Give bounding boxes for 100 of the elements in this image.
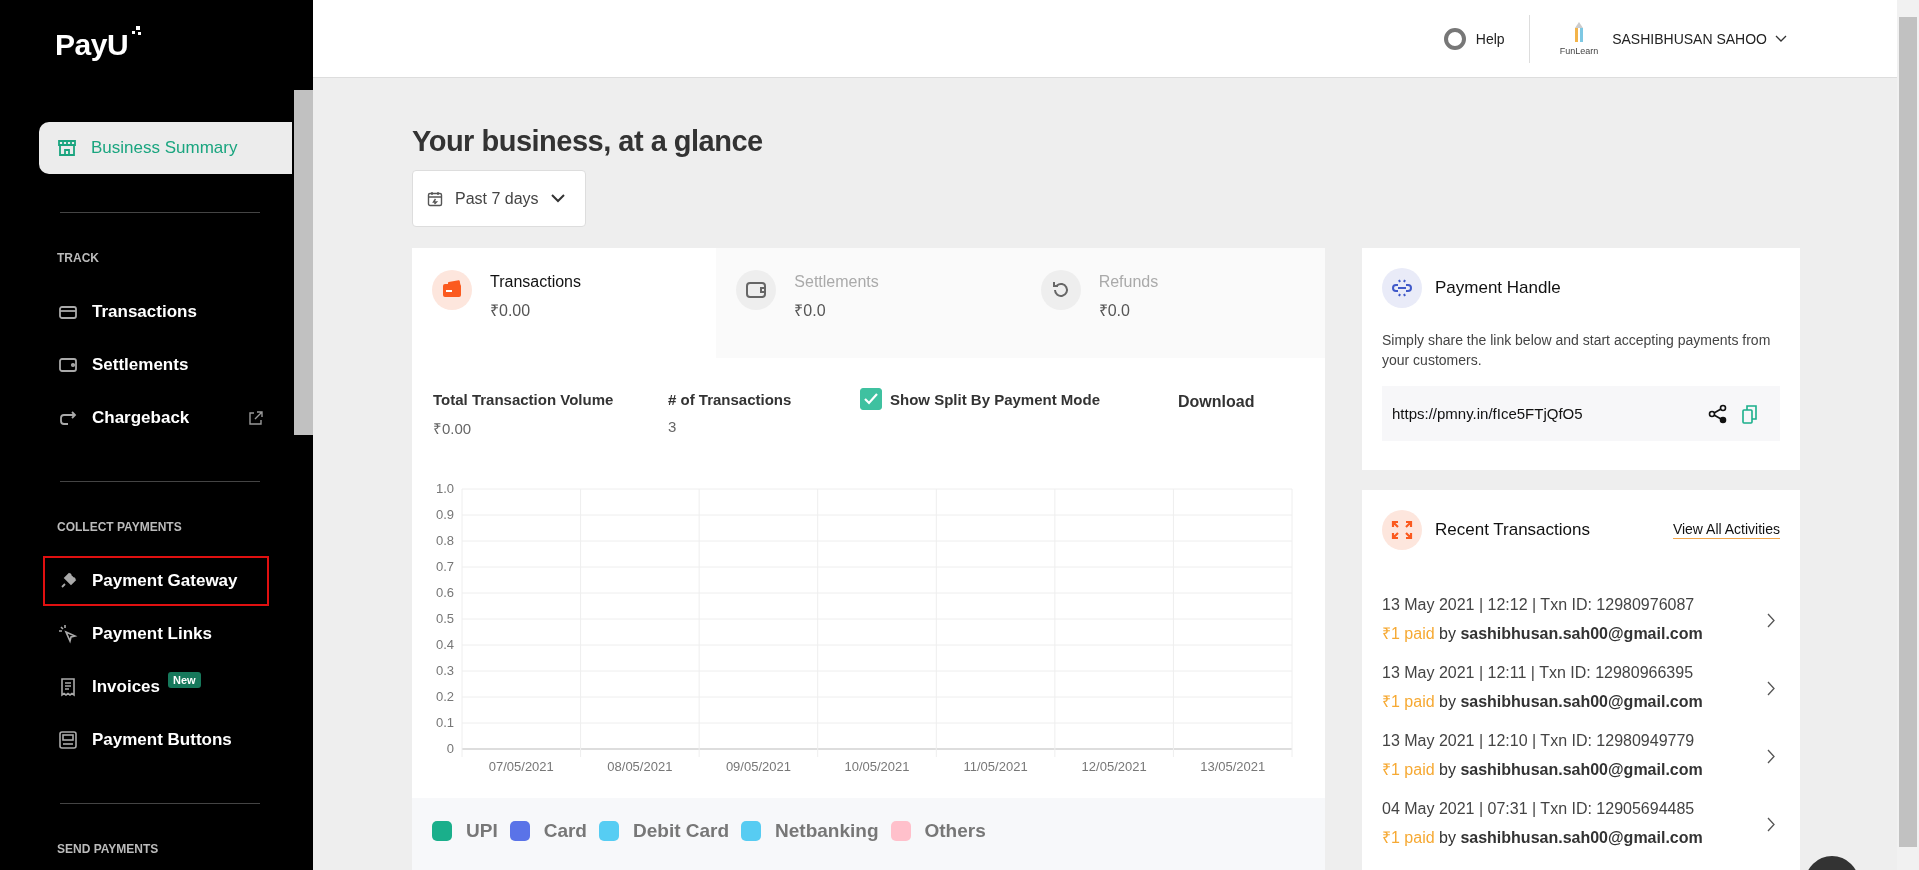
metric-value: ₹0.00 bbox=[433, 419, 472, 438]
stat-tab[interactable]: Transactions ₹0.00 bbox=[412, 248, 717, 358]
copy-icon[interactable] bbox=[1742, 403, 1758, 424]
stat-label: Transactions bbox=[490, 273, 581, 291]
pixel-dots-icon bbox=[130, 26, 143, 38]
external-link-icon[interactable] bbox=[248, 410, 263, 426]
company-logo: FunLearn bbox=[1559, 21, 1599, 56]
chevron-right-icon bbox=[1767, 816, 1776, 832]
redo-arrow-icon bbox=[58, 408, 78, 428]
transaction-item[interactable]: 04 May 2021 | 07:31 | Txn ID: 12905694485 ₹1 paid by sashibhusan.sah00@gmail.com bbox=[1382, 800, 1780, 848]
y-tick-label: 0.8 bbox=[435, 533, 454, 548]
y-tick-label: 0 bbox=[446, 741, 454, 756]
card-title: Payment Handle bbox=[1435, 278, 1561, 298]
transaction-item[interactable]: 13 May 2021 | 12:11 | Txn ID: 12980966395 ₹1 paid by sashibhusan.sah00@gmail.com bbox=[1382, 664, 1780, 712]
payment-line: ₹1 paid by sashibhusan.sah00@gmail.com bbox=[1382, 624, 1703, 644]
stat-label: Settlements bbox=[794, 273, 879, 291]
x-tick-label: 10/05/2021 bbox=[844, 759, 910, 774]
store-icon bbox=[57, 138, 77, 158]
x-tick-label: 08/05/2021 bbox=[607, 759, 673, 774]
x-tick-label: 13/05/2021 bbox=[1200, 759, 1266, 774]
stat-value: ₹0.0 bbox=[794, 301, 826, 321]
wallet-icon bbox=[58, 355, 78, 375]
sidebar-item[interactable]: Settlements bbox=[43, 340, 269, 390]
refresh-icon bbox=[1040, 270, 1081, 310]
x-tick-label: 07/05/2021 bbox=[488, 759, 554, 774]
stat-label: Refunds bbox=[1098, 273, 1159, 291]
stat-value: ₹0.0 bbox=[1098, 301, 1130, 321]
y-tick-label: 0.5 bbox=[435, 611, 454, 626]
y-tick-label: 0.9 bbox=[435, 507, 454, 522]
sidebar-item[interactable]: Transactions bbox=[43, 287, 269, 337]
y-tick-label: 1.0 bbox=[435, 481, 454, 496]
section-heading: SEND PAYMENTS bbox=[57, 842, 160, 856]
page-title: Your business, at a glance bbox=[412, 125, 763, 158]
payment-line: ₹1 paid by sashibhusan.sah00@gmail.com bbox=[1382, 760, 1703, 780]
checkbox[interactable] bbox=[860, 388, 882, 410]
link-field[interactable]: https://pmny.in/fIce5FTjQfO5 bbox=[1382, 386, 1780, 441]
y-tick-label: 0.7 bbox=[435, 559, 454, 574]
lifebuoy-icon bbox=[1443, 27, 1466, 50]
exchange-arrows-icon bbox=[1382, 510, 1422, 550]
card-icon bbox=[432, 270, 472, 310]
screen-icon bbox=[58, 730, 78, 750]
stat-value: ₹0.00 bbox=[490, 301, 531, 321]
payu-logo[interactable]: PayU bbox=[55, 28, 129, 62]
y-tick-label: 0.1 bbox=[435, 715, 454, 730]
transaction-meta: 13 May 2021 | 12:12 | Txn ID: 12980976087 bbox=[1382, 596, 1695, 614]
sidebar-item[interactable]: Payment Gateway bbox=[43, 556, 269, 606]
chevron-right-icon bbox=[1767, 680, 1776, 696]
x-tick-label: 09/05/2021 bbox=[725, 759, 791, 774]
x-tick-label: 11/05/2021 bbox=[963, 759, 1028, 774]
card-title: Recent Transactions bbox=[1435, 520, 1590, 540]
scrollbar-thumb[interactable] bbox=[294, 90, 313, 435]
payment-line: ₹1 paid by sashibhusan.sah00@gmail.com bbox=[1382, 692, 1703, 712]
legend-label: Netbanking bbox=[775, 820, 879, 842]
transaction-item[interactable]: 13 May 2021 | 12:12 | Txn ID: 12980976087 ₹1 paid by sashibhusan.sah00@gmail.com bbox=[1382, 596, 1780, 644]
chevron-down-icon bbox=[550, 194, 565, 203]
chevron-right-icon bbox=[1767, 612, 1776, 628]
legend-label: Others bbox=[924, 820, 986, 842]
help-link[interactable]: Help bbox=[1443, 27, 1505, 50]
share-icon[interactable] bbox=[1708, 403, 1728, 424]
stat-tab[interactable]: Refunds ₹0.0 bbox=[1020, 248, 1325, 358]
stat-tab[interactable]: Settlements ₹0.0 bbox=[716, 248, 1021, 358]
legend-label: Debit Card bbox=[633, 820, 730, 842]
legend-label: UPI bbox=[466, 820, 498, 842]
transaction-meta: 04 May 2021 | 07:31 | Txn ID: 12905694485 bbox=[1382, 800, 1695, 818]
wallet-icon bbox=[736, 270, 777, 310]
check-icon bbox=[864, 393, 878, 405]
transaction-item[interactable]: 13 May 2021 | 12:10 | Txn ID: 12980949779 ₹1 paid by sashibhusan.sah00@gmail.com bbox=[1382, 732, 1780, 780]
link-icon bbox=[1382, 268, 1422, 308]
pencil-icon bbox=[1573, 21, 1584, 44]
sidebar-item[interactable]: Chargeback bbox=[43, 393, 269, 443]
payment-line: ₹1 paid by sashibhusan.sah00@gmail.com bbox=[1382, 828, 1703, 848]
legend-label: Card bbox=[543, 820, 587, 842]
new-badge: New bbox=[168, 672, 201, 688]
y-tick-label: 0.4 bbox=[435, 637, 454, 652]
transaction-meta: 13 May 2021 | 12:11 | Txn ID: 12980966395 bbox=[1382, 664, 1694, 682]
metric-label: # of Transactions bbox=[668, 391, 792, 408]
y-tick-label: 0.6 bbox=[435, 585, 454, 600]
description-text: Simply share the link below and start accepting payments from your customers. bbox=[1382, 331, 1772, 370]
cursor-click-icon bbox=[58, 624, 78, 644]
account-menu[interactable]: SASHIBHUSAN SAHOO bbox=[1612, 30, 1787, 47]
date-range-dropdown[interactable]: Past 7 days bbox=[412, 170, 586, 227]
calendar-icon bbox=[427, 190, 443, 207]
split-checkbox[interactable]: Show Split By Payment Mode bbox=[860, 388, 1178, 410]
section-heading: TRACK bbox=[57, 251, 100, 265]
section-heading: COLLECT PAYMENTS bbox=[57, 520, 183, 534]
x-tick-label: 12/05/2021 bbox=[1081, 759, 1147, 774]
bar-chart: 0 0.1 0.2 0.3 0.4 0.5 0.6 0.7 0.8 0.9 1.0 07/05/2021 08/05/2021 09/05/2021 10/05/2021 11/05/2021 12/05/2021 13/05/2021 bbox=[422, 477, 1302, 777]
chevron-right-icon bbox=[1767, 748, 1776, 764]
transaction-meta: 13 May 2021 | 12:10 | Txn ID: 12980949779 bbox=[1382, 732, 1695, 750]
sidebar-item[interactable]: Invoices New bbox=[43, 662, 269, 712]
sidebar-item[interactable]: Payment Links bbox=[43, 609, 269, 659]
y-tick-label: 0.2 bbox=[435, 689, 454, 704]
download-link[interactable]: Download bbox=[1178, 393, 1255, 411]
y-tick-label: 0.3 bbox=[435, 663, 454, 678]
chevron-down-icon bbox=[1775, 34, 1787, 43]
metric-value: 3 bbox=[668, 418, 677, 435]
sidebar-item[interactable]: Payment Buttons bbox=[43, 715, 269, 765]
scrollbar-thumb[interactable] bbox=[1899, 17, 1917, 847]
view-all-link[interactable]: View All Activities bbox=[1672, 521, 1780, 539]
metric-label: Total Transaction Volume bbox=[433, 391, 614, 408]
